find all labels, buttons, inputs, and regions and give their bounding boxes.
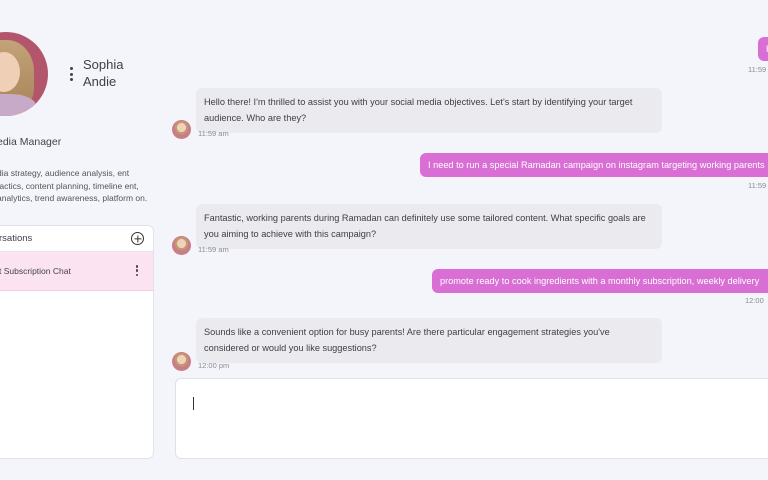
message-time: 12:00 <box>745 296 764 305</box>
conversations-title: rsations <box>0 233 33 244</box>
text-caret <box>193 397 194 410</box>
user-message: H <box>758 37 768 61</box>
bot-avatar <box>172 352 191 371</box>
bot-message: Hello there! I'm thrilled to assist you … <box>196 88 662 133</box>
bot-avatar <box>172 236 191 255</box>
profile-role: edia Manager <box>0 136 62 148</box>
bot-message: Fantastic, working parents during Ramada… <box>196 204 662 249</box>
conversations-header: rsations <box>0 226 153 252</box>
message-time: 11:59 <box>748 181 767 190</box>
profile-skills: dia strategy, audience analysis, ent tac… <box>0 168 148 203</box>
bot-avatar <box>172 120 191 139</box>
message-input[interactable] <box>175 378 768 459</box>
profile-menu-icon[interactable] <box>65 67 77 81</box>
bot-message: Sounds like a convenient option for busy… <box>196 318 662 363</box>
message-time: 11:59 <box>748 65 767 74</box>
conversations-panel: rsations t Subscription Chat <box>0 225 154 459</box>
add-conversation-icon[interactable] <box>131 232 144 245</box>
conversation-menu-icon[interactable] <box>133 265 141 276</box>
message-time: 11:59 am <box>198 245 229 254</box>
conversation-item[interactable]: t Subscription Chat <box>0 252 153 291</box>
message-time: 12:00 pm <box>198 361 230 370</box>
conversation-item-label: t Subscription Chat <box>0 266 71 276</box>
message-time: 11:59 am <box>198 129 229 138</box>
user-message: I need to run a special Ramadan campaign… <box>420 153 768 177</box>
user-message: promote ready to cook ingredients with a… <box>432 269 768 293</box>
profile-name: Sophia Andie <box>83 57 124 89</box>
profile-avatar <box>0 32 48 116</box>
